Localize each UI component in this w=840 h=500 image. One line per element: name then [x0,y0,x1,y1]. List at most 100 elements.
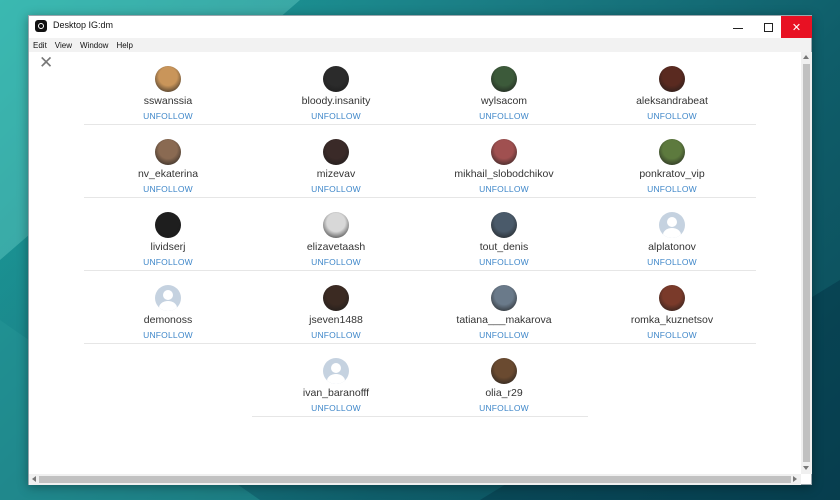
avatar[interactable] [323,139,349,165]
menu-item-edit[interactable]: Edit [33,41,47,50]
title-bar[interactable]: Desktop IG:dm ✕ [29,16,812,38]
avatar[interactable] [659,285,685,311]
user-card: nv_ekaterina UNFOLLOW [84,125,252,198]
menu-item-help[interactable]: Help [116,41,132,50]
window-title: Desktop IG:dm [53,20,114,30]
username[interactable]: lividserj [84,241,252,253]
username[interactable]: aleksandrabeat [588,95,756,107]
menu-item-view[interactable]: View [55,41,72,50]
maximize-icon [763,22,773,32]
username[interactable]: alplatonov [588,241,756,253]
user-card: wylsacom UNFOLLOW [420,52,588,125]
username[interactable]: demonoss [84,314,252,326]
user-card: mizevav UNFOLLOW [252,125,420,198]
user-row: sswanssia UNFOLLOW bloody.insanity UNFOLLOW… [84,52,756,125]
unfollow-button[interactable]: UNFOLLOW [420,257,588,267]
unfollow-button[interactable]: UNFOLLOW [252,111,420,121]
username[interactable]: tatiana___makarova [420,314,588,326]
username[interactable]: mizevav [252,168,420,180]
user-card: elizavetaash UNFOLLOW [252,198,420,271]
scroll-up-icon[interactable] [803,55,809,59]
avatar[interactable] [491,358,517,384]
username[interactable]: mikhail_slobodchikov [420,168,588,180]
unfollow-button[interactable]: UNFOLLOW [252,403,420,413]
unfollow-button[interactable]: UNFOLLOW [588,184,756,194]
username[interactable]: jseven1488 [252,314,420,326]
unfollow-button[interactable]: UNFOLLOW [84,184,252,194]
user-card: sswanssia UNFOLLOW [84,52,252,125]
avatar[interactable] [323,212,349,238]
horizontal-scrollbar[interactable] [29,474,801,485]
user-card: ponkratov_vip UNFOLLOW [588,125,756,198]
username[interactable]: tout_denis [420,241,588,253]
username[interactable]: ponkratov_vip [588,168,756,180]
unfollow-button[interactable]: UNFOLLOW [252,330,420,340]
unfollow-button[interactable]: UNFOLLOW [84,330,252,340]
avatar[interactable] [491,212,517,238]
avatar[interactable] [659,66,685,92]
user-card: tout_denis UNFOLLOW [420,198,588,271]
user-row: nv_ekaterina UNFOLLOW mizevav UNFOLLOW mikha… [84,125,756,198]
user-card: jseven1488 UNFOLLOW [252,271,420,344]
avatar[interactable] [155,139,181,165]
user-card: ivan_baranofff UNFOLLOW [252,344,420,417]
user-card: demonoss UNFOLLOW [84,271,252,344]
following-list-panel: ✕ sswanssia UNFOLLOW bloody.insanity UNFOLL… [29,52,801,474]
menu-item-window[interactable]: Window [80,41,108,50]
app-window: Desktop IG:dm ✕ Edit View Window Help ✕ … [28,15,812,485]
avatar-placeholder-icon[interactable] [323,358,349,384]
user-card: romka_kuznetsov UNFOLLOW [588,271,756,344]
user-card: olia_r29 UNFOLLOW [420,344,588,417]
username[interactable]: elizavetaash [252,241,420,253]
unfollow-button[interactable]: UNFOLLOW [84,257,252,267]
avatar[interactable] [155,66,181,92]
username[interactable]: romka_kuznetsov [588,314,756,326]
minimize-button[interactable] [723,16,753,38]
username[interactable]: ivan_baranofff [252,387,420,399]
vertical-scrollbar[interactable] [801,52,812,474]
unfollow-button[interactable]: UNFOLLOW [420,403,588,413]
close-window-button[interactable]: ✕ [781,16,812,38]
username[interactable]: sswanssia [84,95,252,107]
unfollow-button[interactable]: UNFOLLOW [588,330,756,340]
username[interactable]: wylsacom [420,95,588,107]
unfollow-button[interactable]: UNFOLLOW [588,111,756,121]
user-card: alplatonov UNFOLLOW [588,198,756,271]
unfollow-button[interactable]: UNFOLLOW [252,257,420,267]
avatar[interactable] [491,66,517,92]
minimize-icon [733,27,743,29]
avatar[interactable] [323,285,349,311]
user-row: ivan_baranofff UNFOLLOW olia_r29 UNFOLLOW [252,344,588,417]
close-panel-icon[interactable]: ✕ [39,54,53,71]
app-logo-icon [35,20,47,32]
vertical-scroll-thumb[interactable] [803,64,810,462]
close-icon: ✕ [791,21,802,34]
scroll-right-icon[interactable] [793,476,797,482]
avatar[interactable] [491,285,517,311]
unfollow-button[interactable]: UNFOLLOW [84,111,252,121]
unfollow-button[interactable]: UNFOLLOW [420,111,588,121]
avatar-placeholder-icon[interactable] [659,212,685,238]
avatar[interactable] [491,139,517,165]
unfollow-button[interactable]: UNFOLLOW [588,257,756,267]
scroll-left-icon[interactable] [32,476,36,482]
unfollow-button[interactable]: UNFOLLOW [420,330,588,340]
user-row: lividserj UNFOLLOW elizavetaash UNFOLLOW tou… [84,198,756,271]
username[interactable]: bloody.insanity [252,95,420,107]
user-card: aleksandrabeat UNFOLLOW [588,52,756,125]
unfollow-button[interactable]: UNFOLLOW [252,184,420,194]
avatar[interactable] [323,66,349,92]
maximize-button[interactable] [753,16,783,38]
scroll-down-icon[interactable] [803,466,809,470]
user-card: lividserj UNFOLLOW [84,198,252,271]
avatar[interactable] [659,139,685,165]
menu-bar: Edit View Window Help [29,38,811,52]
username[interactable]: nv_ekaterina [84,168,252,180]
username[interactable]: olia_r29 [420,387,588,399]
horizontal-scroll-thumb[interactable] [39,476,791,483]
unfollow-button[interactable]: UNFOLLOW [420,184,588,194]
avatar[interactable] [155,212,181,238]
avatar-placeholder-icon[interactable] [155,285,181,311]
user-card: bloody.insanity UNFOLLOW [252,52,420,125]
user-card: tatiana___makarova UNFOLLOW [420,271,588,344]
